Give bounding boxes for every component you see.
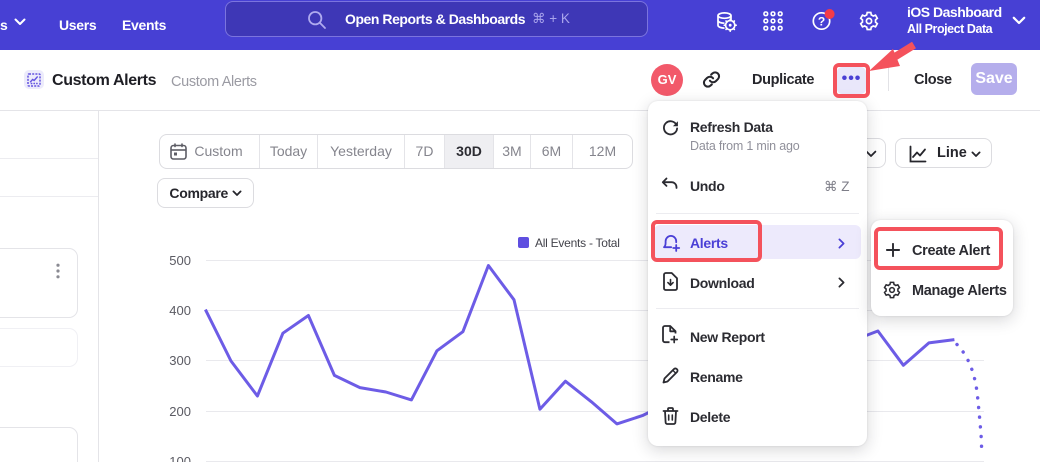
svg-text:?: ? xyxy=(818,15,825,29)
